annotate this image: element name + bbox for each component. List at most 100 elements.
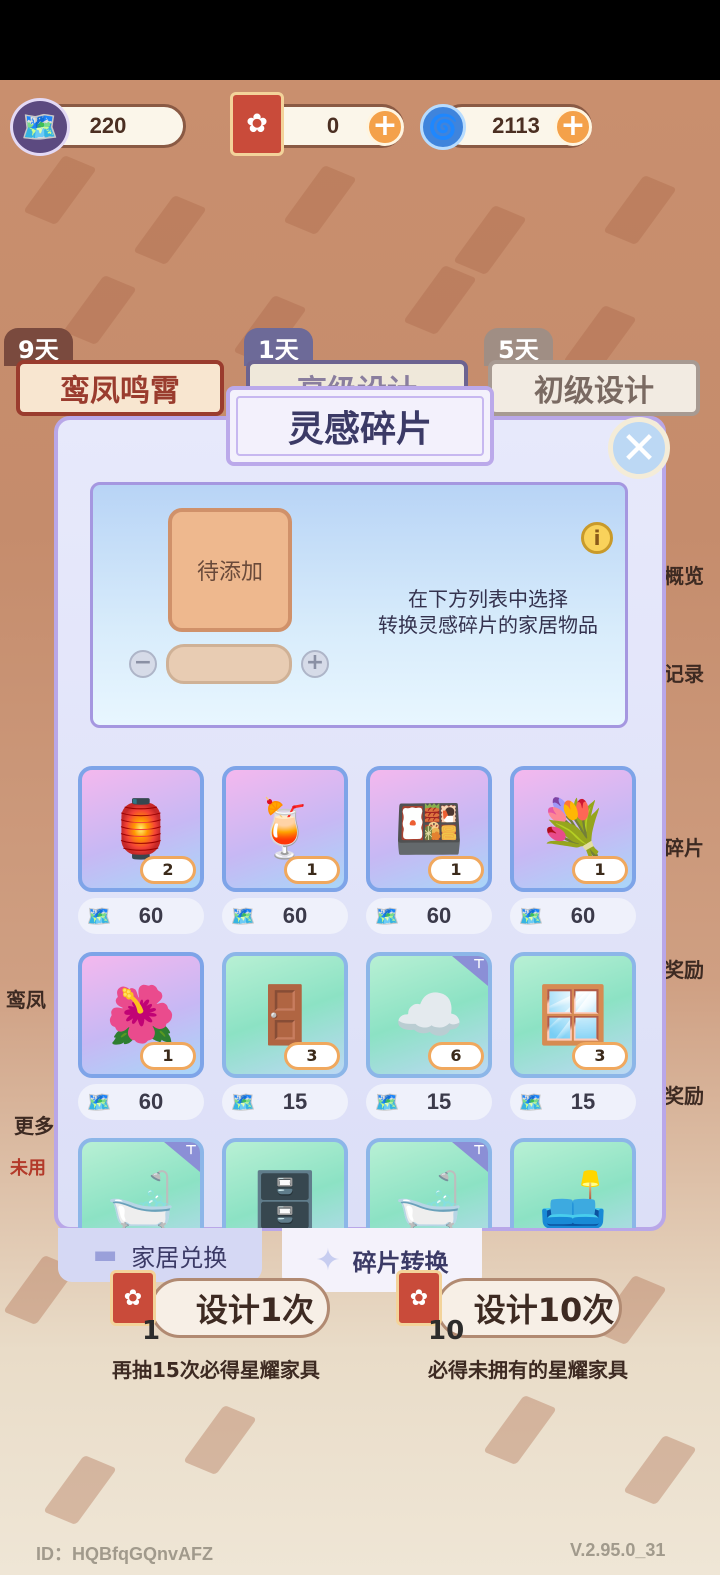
gem-add-button[interactable]: + bbox=[554, 108, 592, 146]
furniture-card[interactable]: 🛁 ⊤ bbox=[366, 1138, 492, 1228]
furniture-art: 🛁 bbox=[394, 1169, 464, 1228]
furniture-card[interactable]: 💐 1 🗺️ 60 bbox=[510, 766, 636, 934]
fragment-icon: 🗺️ bbox=[374, 904, 400, 928]
fragment-value: 🗺️ 60 bbox=[222, 898, 348, 934]
pool-tab-label: 初级设计 bbox=[534, 374, 654, 409]
fragment-value-number: 60 bbox=[282, 903, 308, 928]
tab-furniture-exchange[interactable]: ▬ 家居兑换 bbox=[58, 1228, 262, 1282]
fragment-value: 🗺️ 60 bbox=[78, 898, 204, 934]
fragment-value-number: 60 bbox=[426, 903, 452, 928]
fragment-icon: 🗺️ bbox=[230, 1090, 256, 1114]
furniture-art: 🏮 bbox=[106, 797, 176, 862]
quantity-minus-button[interactable]: − bbox=[129, 650, 157, 678]
side-record-button[interactable]: 记录 bbox=[664, 658, 704, 687]
fragment-value: 🗺️ 15 bbox=[510, 1084, 636, 1120]
fragment-value: 🗺️ 60 bbox=[78, 1084, 204, 1120]
furniture-art: 🛋️ bbox=[538, 1169, 608, 1228]
pool-tab-luanfeng[interactable]: 鸾凤鸣霄 bbox=[16, 360, 224, 416]
owned-count: 3 bbox=[284, 1042, 340, 1070]
furniture-art: 🛁 bbox=[106, 1169, 176, 1228]
fragment-value: 🗺️ 15 bbox=[366, 1084, 492, 1120]
owned-count: 1 bbox=[572, 856, 628, 884]
furniture-image: 💐 1 bbox=[510, 766, 636, 892]
furniture-image: 🗄️ bbox=[222, 1138, 348, 1228]
version-label: V.2.95.0_31 bbox=[570, 1540, 666, 1560]
furniture-card[interactable]: 🍱 1 🗺️ 60 bbox=[366, 766, 492, 934]
fragment-value-number: 60 bbox=[570, 903, 596, 928]
design-once-label: 设计1次 bbox=[195, 1291, 315, 1329]
fragment-icon: 🗺️ bbox=[86, 1090, 112, 1114]
furniture-art: 🪟 bbox=[538, 983, 608, 1048]
furniture-art: 🚪 bbox=[250, 983, 320, 1048]
furniture-card[interactable]: 🍹 1 🗺️ 60 bbox=[222, 766, 348, 934]
furniture-art: 🍱 bbox=[394, 797, 464, 862]
fragment-value-number: 15 bbox=[426, 1089, 452, 1114]
owned-count: 3 bbox=[572, 1042, 628, 1070]
fragment-icon: 🗺️ bbox=[518, 904, 544, 928]
furniture-card[interactable]: 🛋️ bbox=[510, 1138, 636, 1228]
design-ten-note: 必得未拥有的星耀家具 bbox=[428, 1358, 628, 1382]
add-item-slot[interactable]: 待添加 bbox=[168, 508, 292, 632]
furniture-card[interactable]: 🛁 ⊤ bbox=[78, 1138, 204, 1228]
fragment-value: 🗺️ 60 bbox=[366, 898, 492, 934]
gem-icon: 🌀 bbox=[420, 104, 466, 150]
fragment-value: 🗺️ 15 bbox=[222, 1084, 348, 1120]
owned-count: 6 bbox=[428, 1042, 484, 1070]
ticket-count: 0 bbox=[326, 113, 340, 138]
fragment-value: 🗺️ 60 bbox=[510, 898, 636, 934]
fragment-icon: 🗺️ bbox=[518, 1090, 544, 1114]
dialog-title-box: 灵感碎片 bbox=[226, 386, 494, 466]
fragment-value-number: 15 bbox=[282, 1089, 308, 1114]
fragment-value-number: 60 bbox=[138, 1089, 164, 1114]
quantity-field[interactable] bbox=[166, 644, 292, 684]
close-icon: ✕ bbox=[620, 422, 658, 474]
side-reward-button-2[interactable]: 奖励 bbox=[664, 1080, 704, 1109]
furniture-card[interactable]: 🌺 1 🗺️ 60 bbox=[78, 952, 204, 1120]
furniture-grid: 🏮 2 🗺️ 60 🍹 1 🗺️ 60 🍱 1 🗺️ 60 💐 1 🗺️ 60 🌺 1 🗺️ 60 🚪 3 🗺️ 15 ☁️ ⊤ 6… bbox=[70, 760, 650, 1228]
conversion-hint: 在下方列表中选择 转换灵感碎片的家居物品 bbox=[358, 586, 618, 638]
side-overview-button[interactable]: 概览 bbox=[664, 560, 704, 589]
close-button[interactable]: ✕ bbox=[608, 417, 670, 479]
furniture-card[interactable]: 🪟 3 🗺️ 15 bbox=[510, 952, 636, 1120]
side-fragments-button[interactable]: 碎片 bbox=[664, 832, 704, 861]
furniture-image: 🌺 1 bbox=[78, 952, 204, 1078]
design-once-button[interactable]: 设计1次 bbox=[150, 1278, 330, 1338]
furniture-image: 🍱 1 bbox=[366, 766, 492, 892]
slot-label: 待添加 bbox=[196, 560, 263, 585]
hint-line-1: 在下方列表中选择 bbox=[408, 587, 568, 611]
owned-count: 1 bbox=[140, 1042, 196, 1070]
furniture-image: 🛁 ⊤ bbox=[78, 1138, 204, 1228]
sparkle-icon: ✦ bbox=[315, 1242, 341, 1278]
status-bar bbox=[0, 0, 720, 80]
furniture-art: 🌺 bbox=[106, 983, 176, 1048]
owned-count: 1 bbox=[428, 856, 484, 884]
furniture-art: ☁️ bbox=[394, 983, 464, 1048]
fragment-value-number: 15 bbox=[570, 1089, 596, 1114]
fragment-count: 220 bbox=[89, 113, 127, 138]
ticket-add-button[interactable]: + bbox=[366, 108, 404, 146]
fragment-value-number: 60 bbox=[138, 903, 164, 928]
furniture-card[interactable]: 🚪 3 🗺️ 15 bbox=[222, 952, 348, 1120]
furniture-card[interactable]: 🗄️ bbox=[222, 1138, 348, 1228]
design-once-cost: 1 bbox=[142, 1316, 161, 1346]
furniture-card[interactable]: 🏮 2 🗺️ 60 bbox=[78, 766, 204, 934]
info-icon[interactable]: i bbox=[581, 522, 613, 554]
furniture-art: 💐 bbox=[538, 797, 608, 862]
furniture-art: 🗄️ bbox=[250, 1169, 320, 1228]
left-unused-label: 未用 bbox=[10, 1158, 46, 1179]
quantity-plus-button[interactable]: + bbox=[301, 650, 329, 678]
pool-tab-basic[interactable]: 初级设计 bbox=[488, 360, 700, 416]
left-pool-name: 鸾凤 bbox=[6, 988, 46, 1012]
hint-line-2: 转换灵感碎片的家居物品 bbox=[378, 613, 598, 637]
design-ten-label: 设计10次 bbox=[473, 1291, 615, 1329]
furniture-card[interactable]: ☁️ ⊤ 6 🗺️ 15 bbox=[366, 952, 492, 1120]
furniture-image: 🛋️ bbox=[510, 1138, 636, 1228]
owned-count: 1 bbox=[284, 856, 340, 884]
left-more-button[interactable]: 更多 bbox=[14, 1110, 54, 1139]
furniture-image: 🍹 1 bbox=[222, 766, 348, 892]
fragment-icon: 🗺️ bbox=[374, 1090, 400, 1114]
fragment-icon: 🗺️ bbox=[230, 904, 256, 928]
fragment-icon: 🗺️ bbox=[86, 904, 112, 928]
side-reward-button[interactable]: 奖励 bbox=[664, 954, 704, 983]
ticket-icon: ✿ bbox=[230, 92, 284, 156]
